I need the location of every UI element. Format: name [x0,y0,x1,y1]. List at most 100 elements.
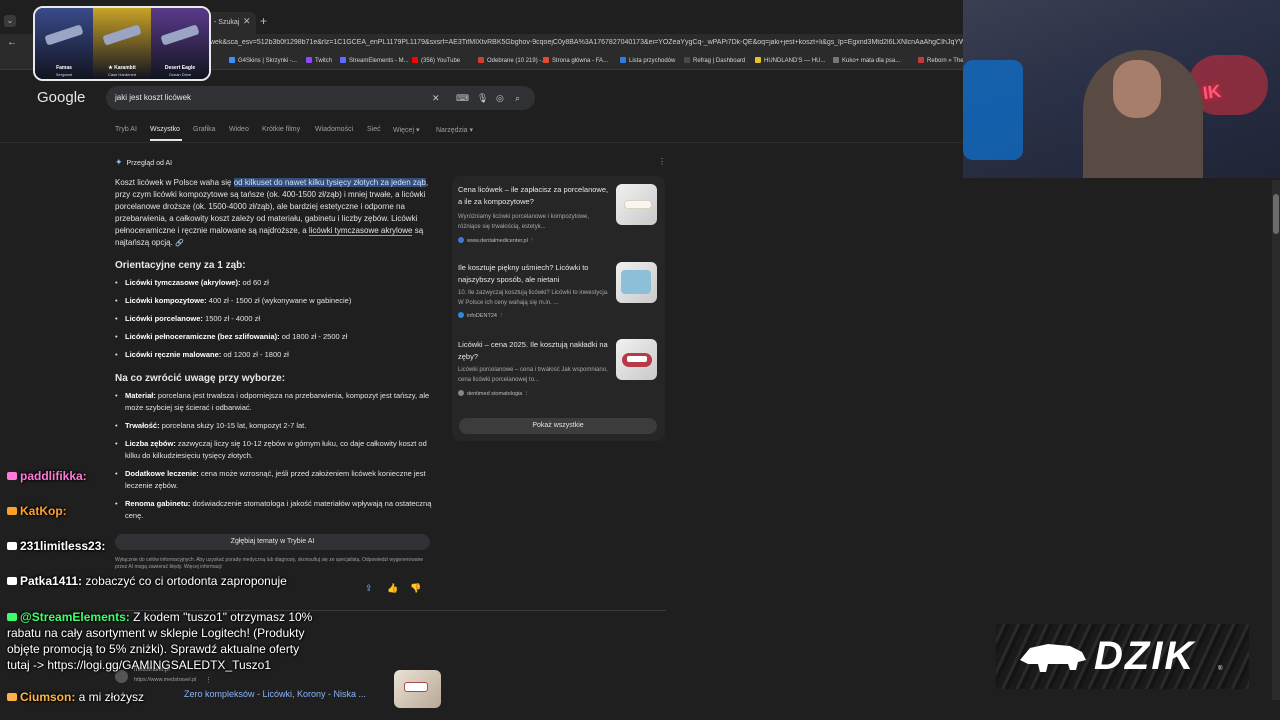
webcam-feed: IK [963,0,1280,178]
chat-text: objęte promocją to 5% zniżki). Sprawdź a… [7,642,300,656]
tab-search-button[interactable]: ⌄ [4,15,16,27]
skin-wear: Ocean Drive [168,72,192,77]
source-title[interactable]: Licówki – cena 2025. Ile kosztują nakład… [458,339,610,363]
address-bar[interactable]: wek&sca_esv=512b3b0f1298b71e&rlz=1C1GCEA… [210,39,963,46]
chat-badge-icon [7,613,17,621]
chat-message: KatKop: [7,504,67,518]
weapon-icon [44,24,84,46]
active-tab-underline [150,139,182,141]
link-icon[interactable]: 🔗 [175,240,184,247]
chat-username: 231limitless23: [20,539,106,553]
share-icon[interactable]: ⇪ [365,583,373,594]
neon-sign: IK [1201,80,1223,104]
price-label: Licówki kompozytowe: [125,296,207,305]
bookmark-item[interactable]: G4Skins | Skrzynki -... [229,57,297,64]
dzik-logo: DZIK ® [996,624,1249,689]
boar-icon [1020,644,1086,672]
streamer-face [1113,60,1161,118]
scroll-thumb[interactable] [1273,194,1279,234]
thumbs-down-icon[interactable]: 👎 [410,583,421,594]
bookmark-label: Strona główna - FA... [552,58,609,64]
skin-name: Famas [56,65,72,71]
bookmark-favicon [684,57,690,63]
tab-short-videos[interactable]: Krótkie filmy [262,126,300,133]
criterion-item: Trwałość: porcelana służy 10-15 lat, kom… [115,420,435,432]
chat-username: paddlifikka: [20,469,87,483]
dzik-wordmark: DZIK [1094,634,1196,678]
criterion-label: Trwałość: [125,421,160,430]
tab-tools[interactable]: Narzędzia ▾ [436,126,473,134]
thumbs-up-icon[interactable]: 👍 [387,583,398,594]
criterion-item: Materiał: porcelana jest trwalsza i odpo… [115,390,435,414]
search-box[interactable]: jaki jest koszt licówek ✕ ⌨ 🎙 ◎ ⌕ [106,86,535,110]
chat-text: tutaj -> https://logi.gg/GAMINGSALEDTX_T… [7,658,271,672]
bookmark-favicon [340,57,346,63]
tab-all[interactable]: Wszystko [150,126,180,133]
new-tab-button[interactable]: + [260,14,267,28]
bookmark-label: (356) YouTube [421,58,461,64]
chat-badge-icon [7,693,17,701]
chat-text: zobaczyć co ci ortodonta zaproponuje [82,574,287,588]
bookmark-item[interactable]: (356) YouTube [412,57,460,64]
intro-highlight: od kilkuset do nawet kilku tysięcy złoty… [233,178,426,187]
criterion-label: Liczba zębów: [125,439,176,448]
divider [0,142,963,143]
bookmark-item[interactable]: HUNDLAND'S — HU... [755,57,826,64]
result-thumbnail[interactable] [394,670,441,708]
source-site: www.dentalmedicenter.pl ⋮ [458,237,535,244]
ai-overview-text: Koszt licówek w Polsce waha się od kilku… [115,177,435,250]
skin-wear: Case Hardened [107,72,137,77]
criterion-item: Liczba zębów: zazwyczaj liczy się 10-12 … [115,438,435,462]
tab-close-icon[interactable]: ✕ [243,16,251,27]
search-icon[interactable]: ⌕ [515,92,520,104]
bookmark-item[interactable]: StreamElements - M... [340,57,409,64]
criterion-label: Materiał: [125,391,156,400]
tab-images[interactable]: Grafika [193,126,216,133]
tab-more[interactable]: Więcej ▾ [393,126,419,134]
google-logo[interactable]: Google [37,89,85,106]
show-all-button[interactable]: Pokaż wszystkie [459,418,657,434]
intro-text: Koszt licówek w Polsce waha się [115,178,234,187]
scrollbar[interactable] [1272,180,1280,700]
ai-overview-title: Przegląd od AI [126,160,173,167]
source-title[interactable]: Ile kosztuje piękny uśmiech? Licówki to … [458,262,610,286]
price-value: 400 zł - 1500 zł (wykonywane w gabinecie… [206,296,352,305]
source-snippet: Wyróżniamy licówki porcelanowe i kompozy… [458,214,589,230]
chat-badge-icon [7,507,17,515]
back-arrow-icon[interactable]: ← [7,37,17,48]
bookmark-label: HUNDLAND'S — HU... [764,58,826,64]
more-options-icon[interactable]: ⋮ [658,157,666,166]
bookmark-favicon [229,57,235,63]
source-thumbnail [616,262,657,303]
price-item: Licówki ręcznie malowane: od 1200 zł - 1… [115,349,435,361]
bookmark-item[interactable]: Odebrane (10 219) -... [478,57,546,64]
price-item: Licówki pełnoceramiczne (bez szlifowania… [115,331,435,343]
bookmark-item[interactable]: Twitch [306,57,332,64]
clear-icon[interactable]: ✕ [432,92,440,104]
search-input[interactable]: jaki jest koszt licówek [115,93,191,102]
lens-icon[interactable]: ◎ [496,92,504,104]
bookmark-item[interactable]: Strona główna - FA... [543,57,608,64]
source-thumbnail [616,184,657,225]
weapon-icon [160,24,200,46]
tab-video[interactable]: Wideo [229,126,249,133]
price-label: Licówki porcelanowe: [125,314,203,323]
bookmark-item[interactable]: Refrag | Dashboard [684,57,745,64]
price-value: od 1200 zł - 1800 zł [221,350,289,359]
keyboard-icon[interactable]: ⌨ [456,92,469,104]
price-label: Licówki ręcznie malowane: [125,350,222,359]
tab-news[interactable]: Wiadomości [315,126,353,133]
intro-link[interactable]: licówki tymczasowe akrylowe [308,226,413,236]
tab-ai-mode[interactable]: Tryb AI [115,126,137,133]
microphone-icon[interactable]: 🎙 [477,92,488,104]
chat-message: Patka1411: zobaczyć co ci ortodonta zapr… [7,574,287,588]
chat-overlay: paddlifikka: KatKop: 231limitless23: Patka1… [0,460,360,720]
tab-web[interactable]: Sieć [367,126,381,133]
source-snippet: Licówki porcelanowe – cena i trwałość Ja… [458,367,608,383]
prices-heading: Orientacyjne ceny za 1 ząb: [115,260,246,271]
bookmark-item[interactable]: Lista przychodów [620,57,675,64]
site-favicon [458,237,464,243]
bookmark-item[interactable]: Kuko+ mata dla psa... [833,57,900,64]
bookmark-label: Twitch [315,58,333,64]
source-title[interactable]: Cena licówek – ile zapłacisz za porcelan… [458,184,610,208]
